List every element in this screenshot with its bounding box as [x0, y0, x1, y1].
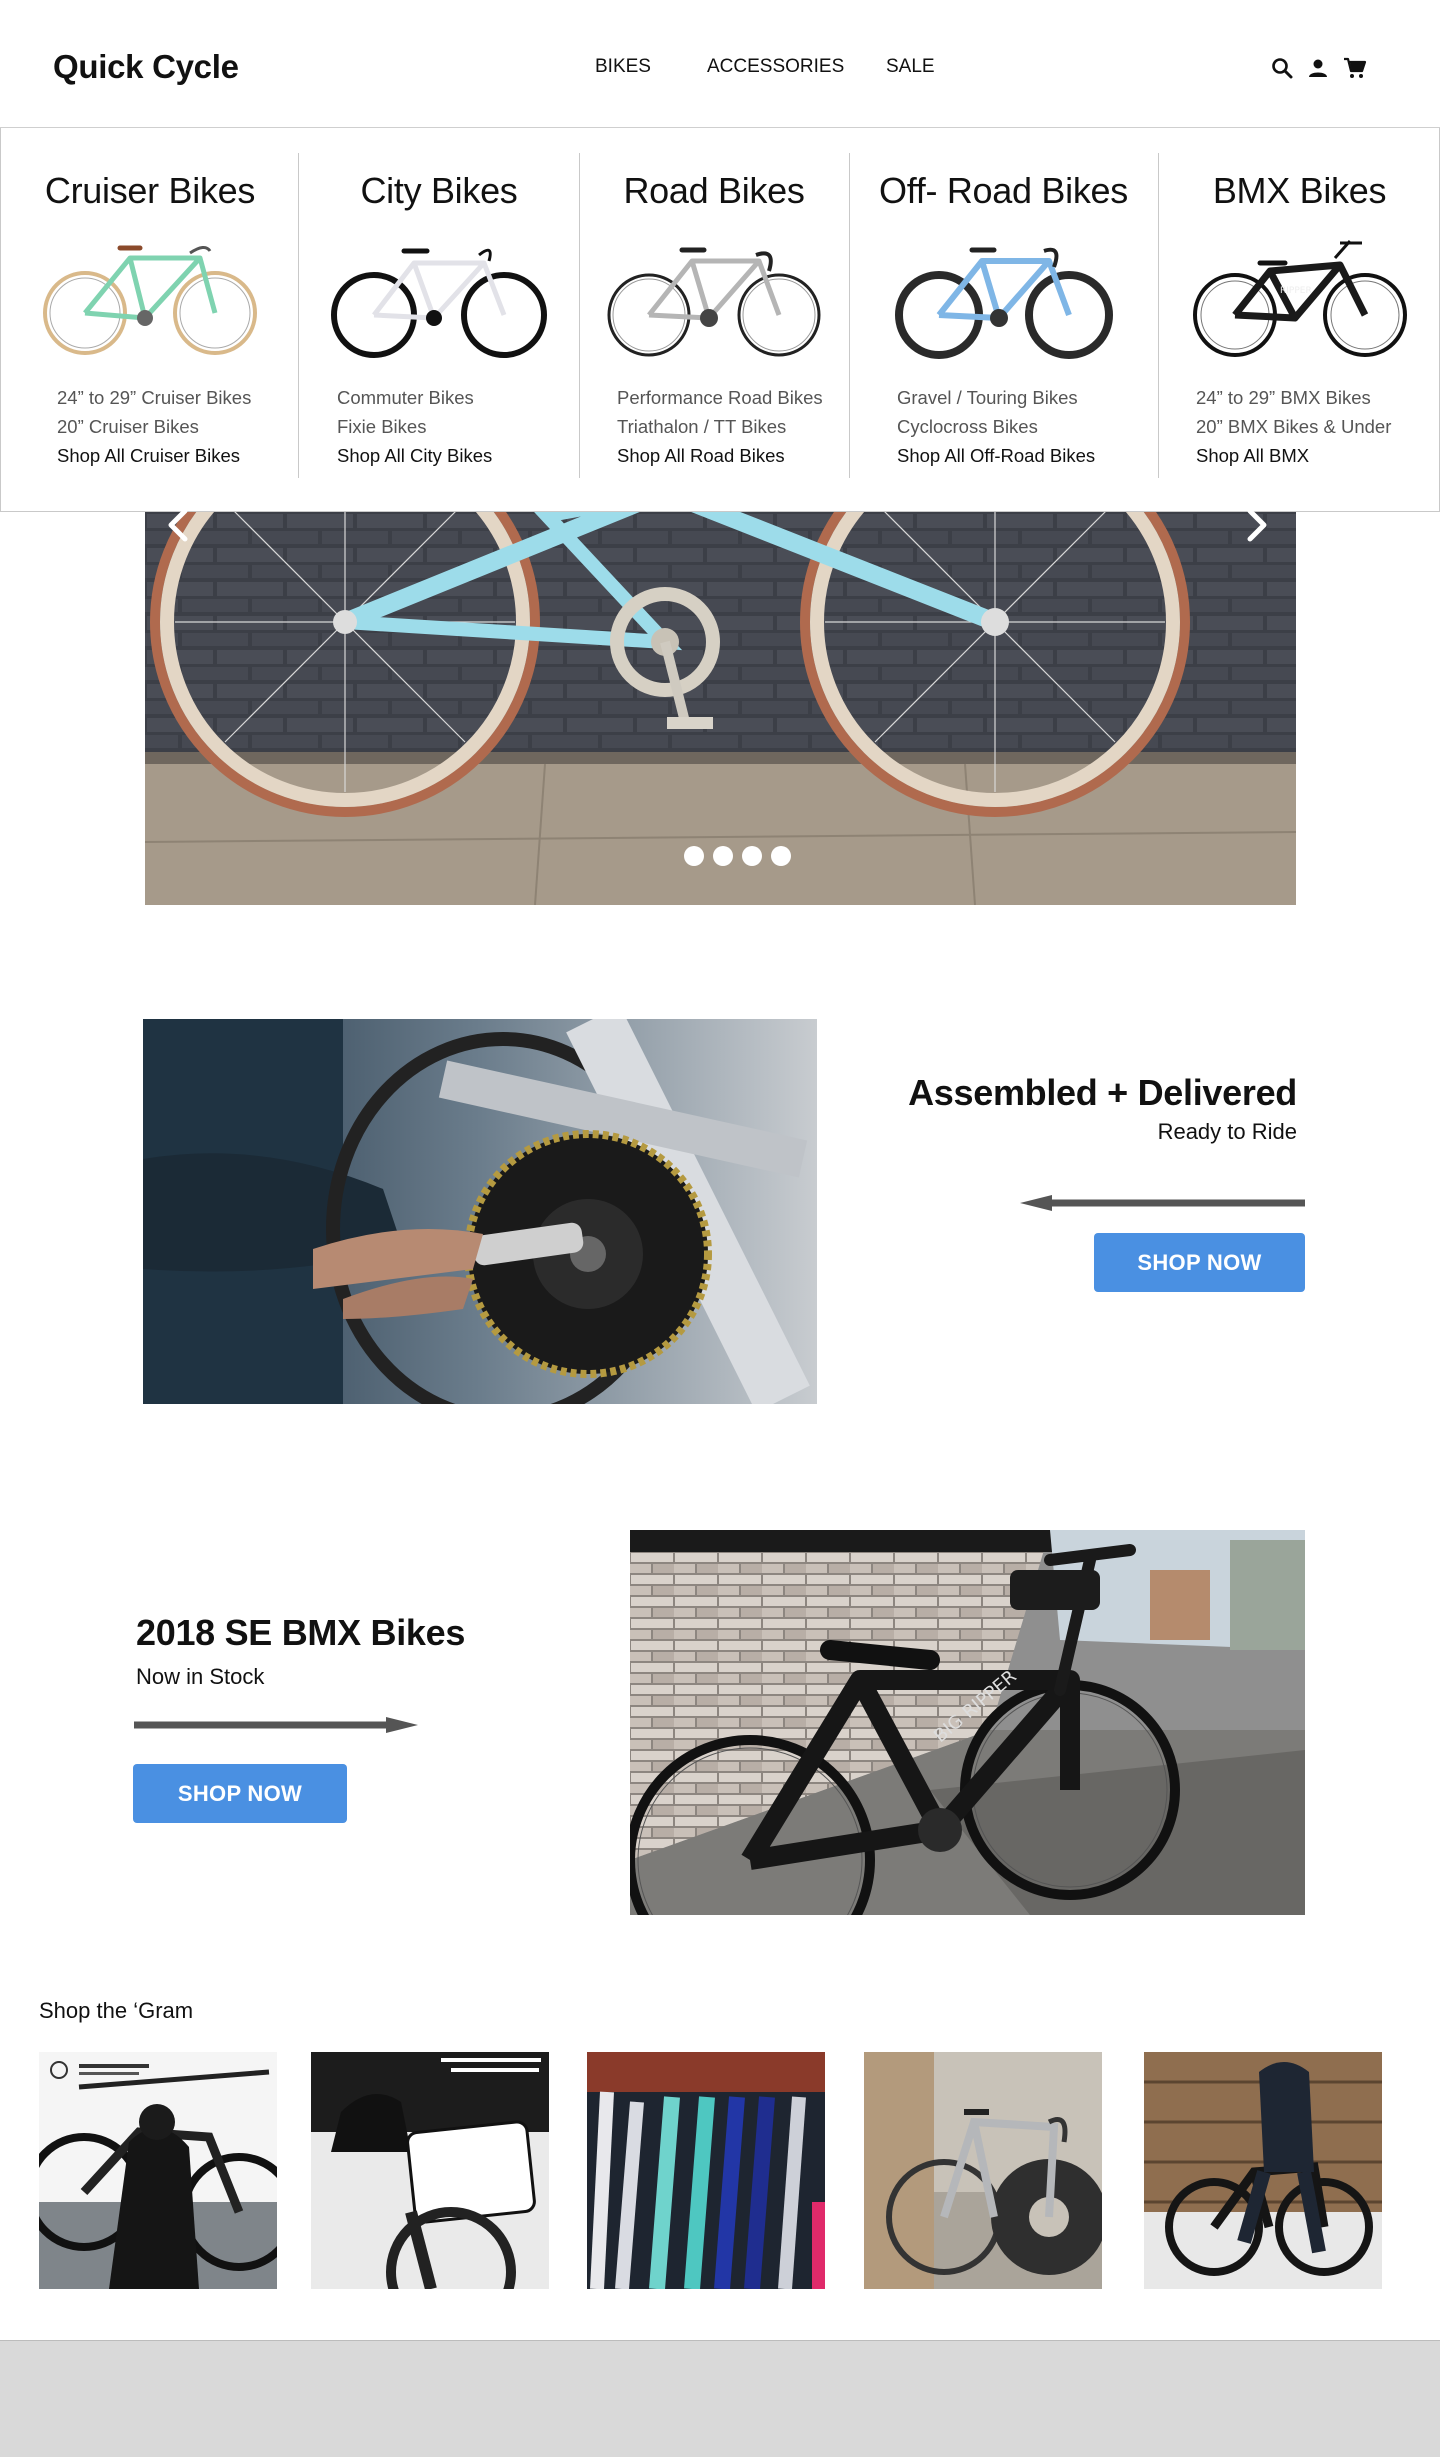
- feature-subtitle: Ready to Ride: [1157, 1119, 1297, 1144]
- site-header: Quick Cycle BIKES ACCESSORIES SALE: [0, 0, 1440, 128]
- menu-link[interactable]: Gravel / Touring Bikes: [897, 383, 1095, 412]
- slider-dot[interactable]: [713, 846, 733, 866]
- svg-text:RIPPER: RIPPER: [1280, 286, 1312, 296]
- menu-link[interactable]: 24” to 29” BMX Bikes: [1196, 383, 1391, 412]
- slider-dot[interactable]: [684, 846, 704, 866]
- city-bike-image[interactable]: [329, 233, 549, 363]
- slider-dot[interactable]: [771, 846, 791, 866]
- menu-column-title[interactable]: Cruiser Bikes: [1, 170, 299, 212]
- menu-column-title[interactable]: BMX Bikes: [1158, 170, 1440, 212]
- cruiser-bike-image[interactable]: [40, 233, 260, 363]
- road-bike-image[interactable]: [604, 233, 824, 363]
- menu-column-title[interactable]: City Bikes: [299, 170, 579, 212]
- nav-bikes[interactable]: BIKES: [595, 56, 651, 78]
- menu-link[interactable]: Fixie Bikes: [337, 412, 492, 441]
- menu-links: 24” to 29” BMX Bikes 20” BMX Bikes & Und…: [1196, 383, 1391, 470]
- slider-dot[interactable]: [742, 846, 762, 866]
- chevron-left-icon[interactable]: [163, 505, 193, 545]
- menu-column-cruiser: Cruiser Bikes 24” to 29” Cruiser Bikes 2…: [1, 128, 299, 512]
- chevron-right-icon[interactable]: [1242, 505, 1272, 545]
- menu-shop-all-link[interactable]: Shop All Road Bikes: [617, 441, 823, 470]
- menu-links: 24” to 29” Cruiser Bikes 20” Cruiser Bik…: [57, 383, 251, 470]
- menu-link[interactable]: 24” to 29” Cruiser Bikes: [57, 383, 251, 412]
- instagram-post[interactable]: [1144, 2052, 1382, 2289]
- menu-column-title[interactable]: Off- Road Bikes: [849, 170, 1158, 212]
- menu-links: Performance Road Bikes Triathalon / TT B…: [617, 383, 823, 470]
- instagram-post[interactable]: [311, 2052, 549, 2289]
- bmx-bike-image[interactable]: RIPPER: [1190, 233, 1410, 363]
- user-icon[interactable]: [1306, 56, 1330, 80]
- menu-link[interactable]: 20” Cruiser Bikes: [57, 412, 251, 441]
- menu-column-title[interactable]: Road Bikes: [579, 170, 849, 212]
- menu-column-road: Road Bikes Performance Road Bikes Triath…: [579, 128, 849, 512]
- menu-shop-all-link[interactable]: Shop All City Bikes: [337, 441, 492, 470]
- menu-links: Commuter Bikes Fixie Bikes Shop All City…: [337, 383, 492, 470]
- shop-now-button[interactable]: SHOP NOW: [133, 1764, 347, 1823]
- menu-column-offroad: Off- Road Bikes Gravel / Touring Bikes C…: [849, 128, 1158, 512]
- shop-now-button[interactable]: SHOP NOW: [1094, 1233, 1305, 1292]
- bmx-street-photo: BIG RIPPER: [630, 1530, 1305, 1915]
- arrow-right-icon: [134, 1717, 418, 1733]
- menu-shop-all-link[interactable]: Shop All BMX: [1196, 441, 1391, 470]
- menu-link[interactable]: Triathalon / TT Bikes: [617, 412, 823, 441]
- menu-link[interactable]: 20” BMX Bikes & Under: [1196, 412, 1391, 441]
- menu-shop-all-link[interactable]: Shop All Cruiser Bikes: [57, 441, 251, 470]
- menu-shop-all-link[interactable]: Shop All Off-Road Bikes: [897, 441, 1095, 470]
- instagram-post[interactable]: [587, 2052, 825, 2289]
- instagram-post[interactable]: [39, 2052, 277, 2289]
- site-footer: [0, 2340, 1440, 2457]
- feature-title: 2018 SE BMX Bikes: [136, 1612, 466, 1653]
- menu-column-city: City Bikes Commuter Bikes Fixie Bikes Sh…: [299, 128, 579, 512]
- menu-link[interactable]: Commuter Bikes: [337, 383, 492, 412]
- cart-icon[interactable]: [1343, 56, 1367, 80]
- arrow-left-icon: [1020, 1195, 1305, 1211]
- instagram-post[interactable]: [864, 2052, 1102, 2289]
- menu-link[interactable]: Cyclocross Bikes: [897, 412, 1095, 441]
- nav-accessories[interactable]: ACCESSORIES: [707, 56, 844, 78]
- offroad-bike-image[interactable]: [894, 233, 1114, 363]
- assembly-photo: [143, 1019, 817, 1404]
- menu-column-bmx: BMX Bikes RIPPER 24” to 29” BMX Bikes 20…: [1158, 128, 1440, 512]
- feature-subtitle: Now in Stock: [136, 1664, 265, 1689]
- nav-sale[interactable]: SALE: [886, 56, 935, 78]
- instagram-section-title: Shop the ‘Gram: [39, 1998, 194, 2023]
- menu-link[interactable]: Performance Road Bikes: [617, 383, 823, 412]
- bikes-mega-menu: Cruiser Bikes 24” to 29” Cruiser Bikes 2…: [0, 128, 1440, 512]
- site-logo[interactable]: Quick Cycle: [53, 48, 239, 86]
- search-icon[interactable]: [1270, 56, 1294, 80]
- menu-links: Gravel / Touring Bikes Cyclocross Bikes …: [897, 383, 1095, 470]
- feature-title: Assembled + Delivered: [908, 1072, 1297, 1113]
- slider-dots: [684, 846, 791, 866]
